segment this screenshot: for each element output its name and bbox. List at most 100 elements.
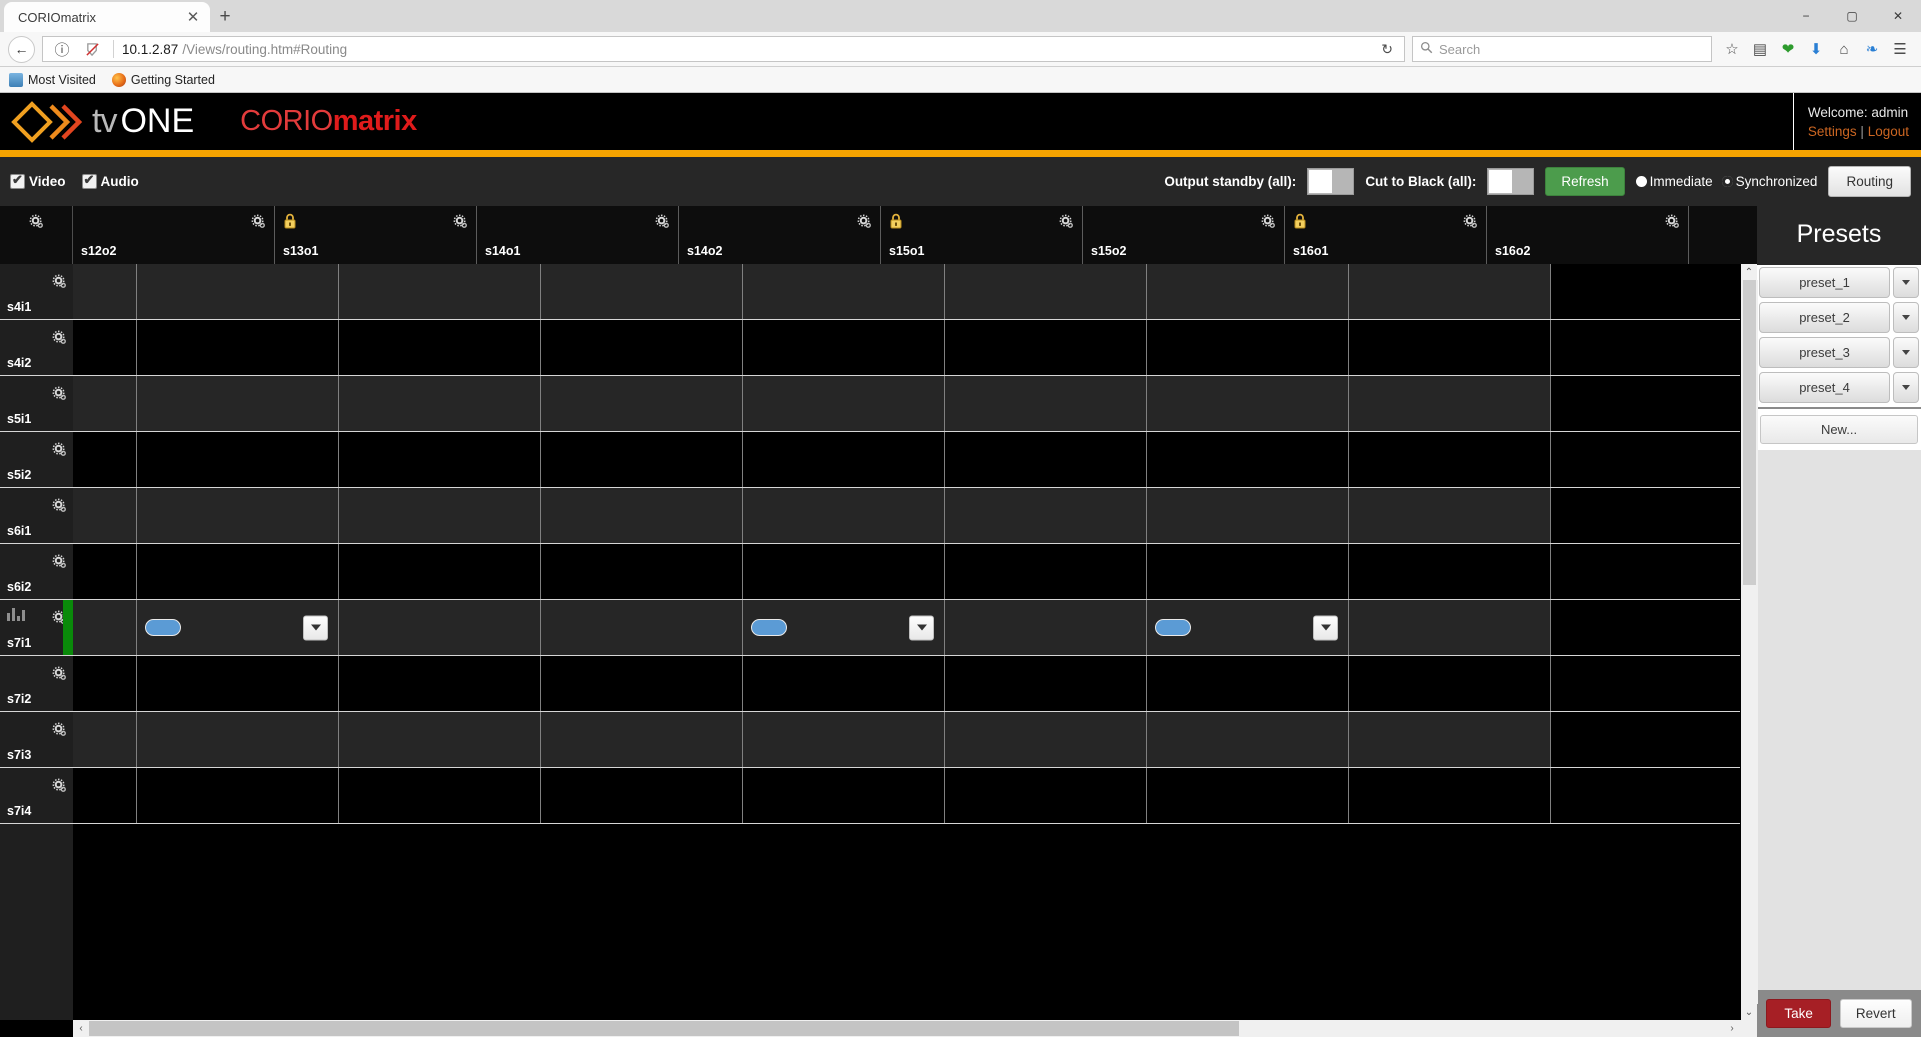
matrix-cell-s4i1-s16o1[interactable] — [1147, 264, 1349, 319]
preset-button-preset_4[interactable]: preset_4 — [1759, 372, 1890, 403]
matrix-cell-s6i1-s13o1[interactable] — [137, 488, 339, 543]
matrix-cell-s7i4-s16o2[interactable] — [1349, 768, 1551, 823]
matrix-cell-s7i2-s16o1[interactable] — [1147, 656, 1349, 711]
matrix-cell-s7i3-s12o2[interactable] — [73, 712, 137, 767]
matrix-cell-s4i2-s15o2[interactable] — [945, 320, 1147, 375]
matrix-cell-s5i1-s16o1[interactable] — [1147, 376, 1349, 431]
sync-icon[interactable]: ❧ — [1859, 36, 1885, 62]
info-icon[interactable]: ⓘ — [49, 36, 75, 62]
radio-immediate[interactable]: Immediate — [1635, 174, 1713, 189]
matrix-cell-s6i2-s13o1[interactable] — [137, 544, 339, 599]
matrix-cell-s6i1-s16o1[interactable] — [1147, 488, 1349, 543]
row-header-s4i2[interactable]: s4i2 — [0, 320, 73, 376]
chevron-down-icon[interactable] — [1893, 302, 1919, 333]
gear-icon[interactable] — [453, 214, 468, 234]
route-active-pill[interactable] — [751, 619, 787, 636]
matrix-cell-s6i2-s14o2[interactable] — [541, 544, 743, 599]
matrix-cell-s4i1-s12o2[interactable] — [73, 264, 137, 319]
chevron-up-icon[interactable]: ⌃ — [1740, 264, 1758, 280]
cut-to-black-toggle[interactable] — [1487, 168, 1535, 195]
audio-checkbox[interactable]: Audio — [81, 172, 139, 189]
browser-tab[interactable]: CORIOmatrix ✕ — [4, 2, 210, 32]
matrix-cell-s4i2-s12o2[interactable] — [73, 320, 137, 375]
matrix-cell-s5i1-s14o2[interactable] — [541, 376, 743, 431]
preset-button-preset_1[interactable]: preset_1 — [1759, 267, 1890, 298]
lock-icon[interactable] — [889, 213, 903, 234]
column-header-s15o2[interactable]: s15o2 — [1083, 206, 1285, 264]
matrix-cell-s6i2-s14o1[interactable] — [339, 544, 541, 599]
matrix-cell-s7i1-s16o2[interactable] — [1349, 600, 1551, 655]
shield-slash-icon[interactable] — [79, 36, 105, 62]
matrix-cell-s5i2-s14o2[interactable] — [541, 432, 743, 487]
matrix-cell-s5i1-s15o1[interactable] — [743, 376, 945, 431]
column-header-s16o1[interactable]: s16o1 — [1285, 206, 1487, 264]
plus-icon[interactable]: + — [210, 2, 240, 32]
matrix-cell-s5i2-s16o2[interactable] — [1349, 432, 1551, 487]
chevron-down-icon[interactable] — [1893, 267, 1919, 298]
menu-icon[interactable]: ☰ — [1887, 36, 1913, 62]
matrix-cell-s6i2-s15o1[interactable] — [743, 544, 945, 599]
matrix-cell-s7i3-s15o2[interactable] — [945, 712, 1147, 767]
column-header-s12o2[interactable]: s12o2 — [73, 206, 275, 264]
matrix-cell-s4i2-s14o1[interactable] — [339, 320, 541, 375]
matrix-cell-s7i2-s14o2[interactable] — [541, 656, 743, 711]
gear-icon[interactable] — [52, 386, 67, 406]
matrix-cell-s6i2-s15o2[interactable] — [945, 544, 1147, 599]
matrix-cell-s5i1-s12o2[interactable] — [73, 376, 137, 431]
gear-icon[interactable] — [52, 442, 67, 462]
gear-icon[interactable] — [52, 498, 67, 518]
matrix-cell-s7i4-s12o2[interactable] — [73, 768, 137, 823]
reload-icon[interactable]: ↻ — [1376, 41, 1398, 58]
matrix-cell-s5i1-s13o1[interactable] — [137, 376, 339, 431]
home-icon[interactable]: ⌂ — [1831, 36, 1857, 62]
gear-icon[interactable] — [52, 554, 67, 574]
chevron-down-icon[interactable] — [1893, 337, 1919, 368]
matrix-cell-s6i2-s12o2[interactable] — [73, 544, 137, 599]
matrix-cell-s5i2-s14o1[interactable] — [339, 432, 541, 487]
route-active-pill[interactable] — [1155, 619, 1191, 636]
revert-button[interactable]: Revert — [1839, 999, 1912, 1028]
matrix-cell-s7i2-s12o2[interactable] — [73, 656, 137, 711]
preset-button-preset_3[interactable]: preset_3 — [1759, 337, 1890, 368]
gear-icon[interactable] — [251, 214, 266, 234]
matrix-cell-s4i1-s13o1[interactable] — [137, 264, 339, 319]
gear-icon[interactable] — [655, 214, 670, 234]
preset-button-preset_2[interactable]: preset_2 — [1759, 302, 1890, 333]
settings-link[interactable]: Settings — [1808, 124, 1857, 139]
matrix-cell-s7i4-s14o1[interactable] — [339, 768, 541, 823]
matrix-cell-s5i2-s16o1[interactable] — [1147, 432, 1349, 487]
chevron-down-icon[interactable] — [303, 615, 328, 640]
gear-icon[interactable] — [52, 274, 67, 294]
matrix-cell-s6i1-s16o2[interactable] — [1349, 488, 1551, 543]
matrix-cell-s7i4-s16o1[interactable] — [1147, 768, 1349, 823]
matrix-cell-s5i2-s15o1[interactable] — [743, 432, 945, 487]
matrix-cell-s4i2-s14o2[interactable] — [541, 320, 743, 375]
star-icon[interactable]: ☆ — [1719, 36, 1745, 62]
column-header-s14o2[interactable]: s14o2 — [679, 206, 881, 264]
back-icon[interactable]: ← — [8, 35, 35, 63]
matrix-cell-s5i2-s13o1[interactable] — [137, 432, 339, 487]
matrix-cell-s7i1-s14o2[interactable] — [541, 600, 743, 655]
matrix-cell-s4i1-s14o1[interactable] — [339, 264, 541, 319]
gear-icon[interactable] — [52, 722, 67, 742]
matrix-cell-s7i3-s15o1[interactable] — [743, 712, 945, 767]
row-header-s5i1[interactable]: s5i1 — [0, 376, 73, 432]
matrix-cell-s6i1-s15o1[interactable] — [743, 488, 945, 543]
matrix-cell-s7i3-s16o1[interactable] — [1147, 712, 1349, 767]
matrix-cell-s7i2-s15o1[interactable] — [743, 656, 945, 711]
lock-icon[interactable] — [283, 213, 297, 234]
matrix-cell-s4i2-s13o1[interactable] — [137, 320, 339, 375]
matrix-cell-s4i1-s15o2[interactable] — [945, 264, 1147, 319]
save-page-icon[interactable]: ❤ — [1775, 36, 1801, 62]
logout-link[interactable]: Logout — [1868, 124, 1909, 139]
chevron-down-icon[interactable] — [1313, 615, 1338, 640]
matrix-cell-s5i1-s16o2[interactable] — [1349, 376, 1551, 431]
row-header-s7i3[interactable]: s7i3 — [0, 712, 73, 768]
matrix-cell-s6i1-s14o2[interactable] — [541, 488, 743, 543]
bookmark-most-visited[interactable]: Most Visited — [9, 72, 96, 87]
horizontal-scrollbar[interactable]: ‹ › — [0, 1020, 1757, 1037]
matrix-cell-s7i2-s15o2[interactable] — [945, 656, 1147, 711]
gear-icon[interactable] — [29, 214, 44, 234]
maximize-icon[interactable]: ▢ — [1829, 0, 1875, 32]
row-header-s5i2[interactable]: s5i2 — [0, 432, 73, 488]
